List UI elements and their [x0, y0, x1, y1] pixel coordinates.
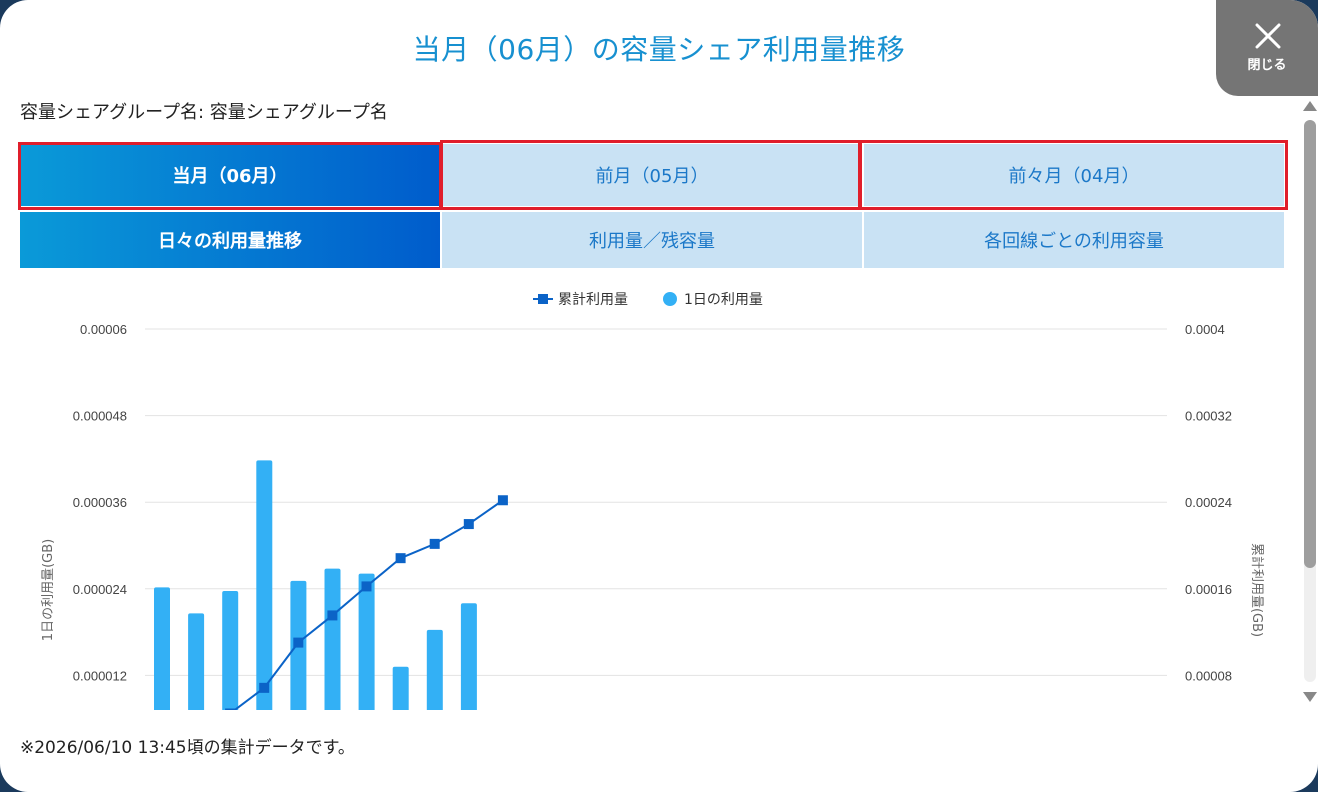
daily-usage-bar	[460, 603, 477, 710]
usage-chart: 0.000012 0.000024 0.000036 0.000048 0.00006 0…	[0, 280, 1300, 710]
cumulative-usage-point	[395, 553, 406, 564]
y-left-tick-label: 0.000012	[73, 668, 127, 683]
y-right-tick-label: 0.00024	[1185, 495, 1232, 510]
legend-daily-label: 1日の利用量	[684, 292, 763, 308]
cumulative-usage-point	[429, 538, 440, 549]
view-tabs: 日々の利用量推移 利用量／残容量 各回線ごとの利用容量	[20, 212, 1284, 268]
y-right-tick-label: 0.00016	[1185, 582, 1232, 597]
modal-title: 当月（06月）の容量シェア利用量推移	[412, 33, 906, 66]
cumulative-usage-point	[225, 708, 236, 710]
cumulative-usage-point	[293, 637, 304, 648]
cumulative-usage-point	[497, 495, 508, 506]
usage-trend-modal: 当月（06月）の容量シェア利用量推移 閉じる 容量シェアグループ名: 容量シェア…	[0, 0, 1318, 792]
tab-per-line-usage[interactable]: 各回線ごとの利用容量	[862, 212, 1284, 268]
y-left-axis-title: 1日の利用量(GB)	[41, 539, 56, 641]
y-right-tick-label: 0.00008	[1185, 668, 1232, 683]
legend-cumulative-label: 累計利用量	[558, 292, 628, 308]
daily-usage-bar	[358, 573, 375, 710]
y-left-tick-label: 0.000036	[73, 495, 127, 510]
daily-usage-bar	[426, 629, 443, 710]
daily-usage-bar	[154, 587, 170, 710]
y-left-tick-label: 0.00006	[80, 322, 127, 337]
daily-usage-bar	[392, 666, 409, 710]
daily-usage-bar	[188, 613, 205, 710]
cumulative-usage-point	[463, 519, 474, 530]
scrollbar-thumb[interactable]	[1304, 120, 1316, 568]
tab-usage-remaining[interactable]: 利用量／残容量	[440, 212, 862, 268]
y-right-axis-title: 累計利用量(GB)	[1249, 543, 1265, 637]
scroll-down-arrow-icon[interactable]	[1303, 692, 1317, 702]
vertical-scrollbar[interactable]	[1302, 98, 1318, 708]
cumulative-usage-point	[327, 610, 338, 621]
legend-line-marker	[538, 294, 548, 304]
daily-usage-bar	[324, 568, 341, 710]
tab-current-month[interactable]: 当月（06月）	[20, 144, 440, 206]
y-right-tick-label: 0.0004	[1185, 322, 1225, 337]
y-left-tick-label: 0.000024	[73, 582, 127, 597]
usage-chart-svg: 0.000012 0.000024 0.000036 0.000048 0.00006 0…	[41, 292, 1265, 710]
daily-usage-bar	[256, 460, 273, 710]
daily-usage-bar	[222, 590, 239, 710]
cumulative-usage-point	[361, 581, 372, 592]
cumulative-usage-point	[259, 682, 270, 693]
y-left-tick-label: 0.000048	[73, 409, 127, 424]
tab-daily-trend[interactable]: 日々の利用量推移	[20, 212, 440, 268]
tab-two-months-ago[interactable]: 前々月（04月）	[862, 144, 1284, 206]
close-icon	[1255, 23, 1281, 49]
group-name: 容量シェアグループ名: 容量シェアグループ名	[20, 102, 388, 123]
month-tabs: 当月（06月） 前月（05月） 前々月（04月）	[20, 144, 1284, 206]
close-button-label: 閉じる	[1247, 58, 1287, 73]
cumulative-usage-line	[233, 499, 504, 710]
tab-previous-month[interactable]: 前月（05月）	[440, 144, 862, 206]
y-right-tick-label: 0.00032	[1185, 409, 1232, 424]
close-button[interactable]: 閉じる	[1216, 0, 1318, 96]
scroll-up-arrow-icon[interactable]	[1303, 101, 1317, 111]
legend-bar-swatch	[663, 292, 677, 306]
data-timestamp-note: ※2026/06/10 13:45頃の集計データです。	[20, 738, 355, 758]
